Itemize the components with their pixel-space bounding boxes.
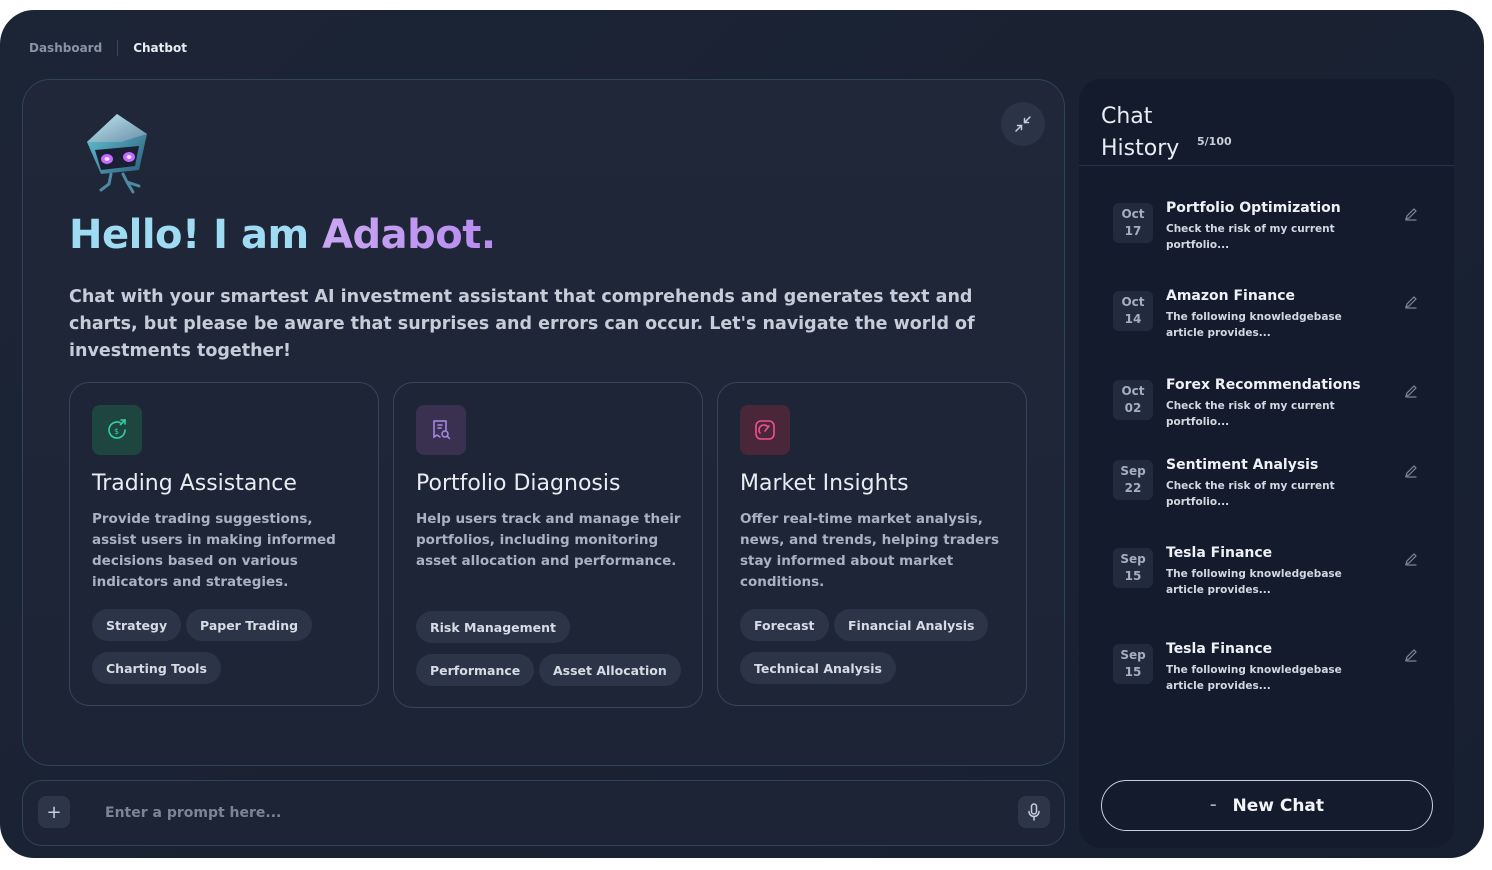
microphone-button[interactable] <box>1018 796 1050 828</box>
history-date: Oct 14 <box>1113 291 1153 331</box>
plus-icon: + <box>46 801 62 823</box>
history-title-line1: Chat <box>1101 104 1153 129</box>
adabot-avatar <box>81 112 161 196</box>
date-month: Sep <box>1120 648 1146 662</box>
date-month: Sep <box>1120 464 1146 478</box>
history-date: Sep 15 <box>1113 548 1153 588</box>
date-day: 02 <box>1124 401 1142 415</box>
feature-description: Provide trading suggestions, assist user… <box>92 511 336 590</box>
history-count: 5/100 <box>1197 135 1232 148</box>
dollar-refresh-icon: $ <box>92 405 142 455</box>
history-date: Oct 02 <box>1113 380 1153 420</box>
edit-icon[interactable] <box>1404 207 1418 221</box>
prompt-input[interactable] <box>105 799 985 827</box>
date-month: Oct <box>1121 384 1145 398</box>
gauge-icon <box>740 405 790 455</box>
history-item-title: Forex Recommendations <box>1166 377 1361 393</box>
microphone-icon <box>1028 803 1040 821</box>
breadcrumb-separator <box>117 40 119 56</box>
history-item-snippet: The following knowledgebase article prov… <box>1166 311 1342 339</box>
date-day: 15 <box>1124 569 1142 583</box>
tag-technical-analysis[interactable]: Technical Analysis <box>740 652 896 684</box>
receipt-search-icon <box>416 405 466 455</box>
edit-icon[interactable] <box>1404 552 1418 566</box>
bot-name: Adabot. <box>322 212 496 258</box>
tag-charting-tools[interactable]: Charting Tools <box>92 652 221 684</box>
tag-risk-management[interactable]: Risk Management <box>416 611 571 643</box>
tag-asset-allocation[interactable]: Asset Allocation <box>539 654 681 686</box>
chat-history-panel: Chat History 5/100 Oct 17 Portfolio Optim… <box>1079 79 1454 848</box>
history-item-snippet: Check the risk of my current portfolio..… <box>1166 223 1335 251</box>
collapse-button[interactable] <box>1001 102 1045 146</box>
date-month: Oct <box>1121 207 1145 221</box>
history-date: Oct 17 <box>1113 203 1153 243</box>
svg-text:$: $ <box>114 427 119 436</box>
breadcrumb: Dashboard Chatbot <box>29 40 187 56</box>
history-item-title: Amazon Finance <box>1166 288 1296 304</box>
feature-title: Trading Assistance <box>92 471 297 496</box>
tag-strategy[interactable]: Strategy <box>92 609 182 641</box>
breadcrumb-dashboard[interactable]: Dashboard <box>29 41 102 55</box>
edit-icon[interactable] <box>1404 464 1418 478</box>
history-item-snippet: The following knowledgebase article prov… <box>1166 568 1342 596</box>
divider <box>1079 165 1454 166</box>
history-date: Sep 15 <box>1113 644 1153 684</box>
collapse-icon <box>1015 116 1031 132</box>
history-title: Chat History <box>1101 101 1179 165</box>
attach-button[interactable]: + <box>38 796 70 828</box>
feature-card-portfolio-diagnosis[interactable]: Portfolio Diagnosis Help users track and… <box>393 382 703 708</box>
history-item-title: Sentiment Analysis <box>1166 457 1319 473</box>
date-day: 17 <box>1124 224 1142 238</box>
history-item-title: Portfolio Optimization <box>1166 200 1341 216</box>
tag-performance[interactable]: Performance <box>416 654 535 686</box>
edit-icon[interactable] <box>1404 384 1418 398</box>
prompt-bar: + <box>22 780 1065 846</box>
date-day: 15 <box>1124 665 1142 679</box>
edit-icon[interactable] <box>1404 648 1418 662</box>
chat-main-panel: Hello! I am Adabot. Chat with your smart… <box>22 79 1065 766</box>
greeting-text: Hello! I am <box>69 212 323 258</box>
date-day: 14 <box>1124 312 1142 326</box>
new-chat-button[interactable]: – New Chat <box>1101 780 1433 831</box>
edit-icon[interactable] <box>1404 295 1418 309</box>
feature-title: Portfolio Diagnosis <box>416 471 621 496</box>
feature-description: Offer real-time market analysis, news, a… <box>740 511 999 590</box>
breadcrumb-chatbot: Chatbot <box>133 41 187 55</box>
date-day: 22 <box>1124 481 1142 495</box>
new-chat-label: New Chat <box>1232 795 1325 816</box>
feature-card-trading-assistance[interactable]: $ Trading Assistance Provide trading sug… <box>69 382 379 706</box>
date-month: Oct <box>1121 295 1145 309</box>
tag-paper-trading[interactable]: Paper Trading <box>186 609 313 641</box>
greeting-heading: Hello! I am Adabot. <box>69 212 496 258</box>
intro-text: Chat with your smartest AI investment as… <box>69 287 975 361</box>
history-item-snippet: Check the risk of my current portfolio..… <box>1166 480 1335 508</box>
feature-description: Help users track and manage their portfo… <box>416 511 681 569</box>
tag-financial-analysis[interactable]: Financial Analysis <box>834 609 989 641</box>
history-title-line2: History <box>1101 136 1180 161</box>
history-item-snippet: The following knowledgebase article prov… <box>1166 664 1342 692</box>
history-item-snippet: Check the risk of my current portfolio..… <box>1166 400 1335 428</box>
dash-icon: – <box>1209 798 1217 813</box>
tag-forecast[interactable]: Forecast <box>740 609 829 641</box>
feature-card-market-insights[interactable]: Market Insights Offer real-time market a… <box>717 382 1027 706</box>
app-window: Dashboard Chatbot Hello! I am Adabot. Ch… <box>0 10 1484 858</box>
history-item-title: Tesla Finance <box>1166 545 1273 561</box>
feature-title: Market Insights <box>740 471 909 496</box>
history-date: Sep 22 <box>1113 460 1153 500</box>
date-month: Sep <box>1120 552 1146 566</box>
history-item-title: Tesla Finance <box>1166 641 1273 657</box>
